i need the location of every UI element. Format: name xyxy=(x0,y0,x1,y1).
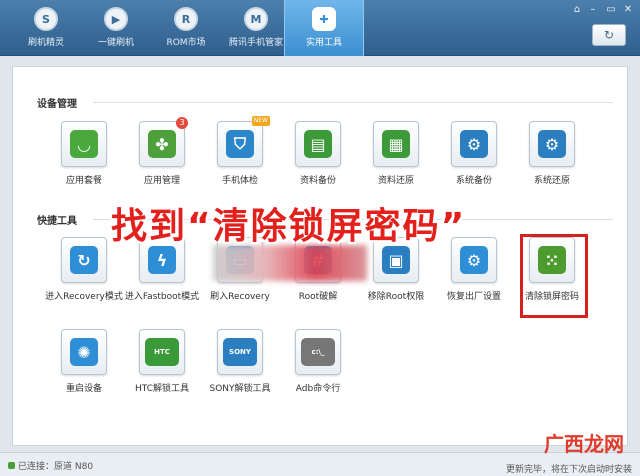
tab-utilities[interactable]: ✚ 实用工具 xyxy=(284,0,364,56)
new-badge: NEW xyxy=(251,116,270,126)
tool-label: HTC解锁工具 xyxy=(134,384,190,394)
document-restore-icon: ▦ xyxy=(382,130,410,158)
system-backup-icon: ⚙ xyxy=(460,130,488,158)
grid-icon: ✚ xyxy=(312,7,336,31)
refresh-icon: ↻ xyxy=(603,28,615,42)
connection-icon xyxy=(8,462,15,469)
document-copy-icon: ▤ xyxy=(304,130,332,158)
tool-tile[interactable]: ⚙ xyxy=(451,121,497,167)
tool-label: Adb命令行 xyxy=(295,384,341,394)
gears-icon: ⚙ xyxy=(460,246,488,274)
rom-icon: R xyxy=(174,7,198,31)
tool-label: 手机体检 xyxy=(221,176,258,186)
tool-label: 移除Root权限 xyxy=(367,292,425,302)
tool-label: 系统备份 xyxy=(455,176,492,186)
tool-document-copy[interactable]: ▤ 资料备份 xyxy=(277,121,359,193)
tab-label: 腾讯手机管家 xyxy=(228,38,283,48)
section-title-device: 设备管理 xyxy=(37,99,77,110)
minimize-icon[interactable]: – xyxy=(586,4,600,16)
android-icon: ▣ xyxy=(382,246,410,274)
lightning-icon: ϟ xyxy=(148,246,176,274)
tool-terminal[interactable]: c:\_ Adb命令行 xyxy=(277,329,359,401)
tool-label: 系统还原 xyxy=(533,176,570,186)
utilities-panel: 设备管理 ◡ 应用套餐 ✤ 3 应用管理 ⛉ NEW 手机体检 ▤ 资料备份 ▦ 资料还原 ⚙ 系统备份 ⚙… xyxy=(12,66,628,446)
connection-label: 已连接：原道 N80 xyxy=(18,462,94,472)
tool-system-restore[interactable]: ⚙ 系统还原 xyxy=(511,121,593,193)
connection-status: 已连接：原道 N80 xyxy=(8,459,93,472)
section-divider xyxy=(93,102,613,103)
tool-puzzle[interactable]: ✤ 3 应用管理 xyxy=(121,117,203,193)
tool-htc-unlock[interactable]: HTC HTC解锁工具 xyxy=(121,329,203,401)
shopping-bag-icon: ◡ xyxy=(70,130,98,158)
top-toolbar: S 刷机精灵 ▶ 一键刷机 R ROM市场 M 腾讯手机管家 ✚ 实用工具 ⌂ … xyxy=(0,0,640,56)
blurred-area xyxy=(213,245,367,281)
tool-system-backup[interactable]: ⚙ 系统备份 xyxy=(433,121,515,193)
recovery-refresh-icon: ↻ xyxy=(70,246,98,274)
tool-label: 刷入Recovery xyxy=(210,292,270,302)
tab-label: 刷机精灵 xyxy=(27,38,64,48)
tool-tile[interactable]: HTC xyxy=(139,329,185,375)
section-title-quick: 快捷工具 xyxy=(37,216,77,227)
tencent-shield-icon: M xyxy=(244,7,268,31)
tool-tile[interactable]: ▤ xyxy=(295,121,341,167)
watermark: 广西龙网 xyxy=(544,432,624,456)
instruction-overlay: 找到“清除锁屏密码” xyxy=(111,206,467,247)
tool-tile[interactable]: ▦ xyxy=(373,121,419,167)
htc-unlock-icon: HTC xyxy=(145,338,179,366)
tool-label: 应用套餐 xyxy=(65,176,102,186)
close-icon[interactable]: ✕ xyxy=(621,4,635,16)
tool-tile[interactable]: ✺ xyxy=(61,329,107,375)
maximize-icon[interactable]: ▭ xyxy=(604,4,618,16)
flash-wizard-icon: S xyxy=(34,7,58,31)
tool-tile[interactable]: ✤ 3 xyxy=(139,117,188,167)
highlight-box xyxy=(520,234,588,318)
tab-label: 实用工具 xyxy=(305,38,342,48)
update-status: 广西龙网 更新完毕，将在下次启动时安装 xyxy=(505,434,632,475)
count-badge: 3 xyxy=(176,117,188,129)
tool-shield[interactable]: ⛉ NEW 手机体检 xyxy=(199,116,281,193)
tab-one-click-flash[interactable]: ▶ 一键刷机 xyxy=(76,0,156,56)
shield-icon: ⛉ xyxy=(226,130,254,158)
update-note: 更新完毕，将在下次启动时安装 xyxy=(505,465,632,475)
tool-label: 资料还原 xyxy=(377,176,414,186)
reboot-spinner-icon: ✺ xyxy=(70,338,98,366)
tool-sony-unlock[interactable]: SONY SONY解锁工具 xyxy=(199,329,281,401)
tab-flash-wizard[interactable]: S 刷机精灵 xyxy=(6,0,86,56)
tool-tile[interactable]: c:\_ xyxy=(295,329,341,375)
tool-label: 恢复出厂设置 xyxy=(446,292,501,302)
tool-document-restore[interactable]: ▦ 资料还原 xyxy=(355,121,437,193)
tool-tile[interactable]: ◡ xyxy=(61,121,107,167)
play-icon: ▶ xyxy=(104,7,128,31)
refresh-button[interactable]: ↻ xyxy=(592,24,626,46)
tool-label: Root破解 xyxy=(298,292,338,302)
tool-tile[interactable]: ⚙ xyxy=(529,121,575,167)
tab-label: 一键刷机 xyxy=(97,38,134,48)
tab-rom-market[interactable]: R ROM市场 xyxy=(146,0,226,56)
status-bar: 已连接：原道 N80 广西龙网 更新完毕，将在下次启动时安装 xyxy=(0,434,640,476)
tool-label: 进入Recovery模式 xyxy=(45,292,123,302)
tool-reboot-spinner[interactable]: ✺ 重启设备 xyxy=(43,329,125,401)
tool-shopping-bag[interactable]: ◡ 应用套餐 xyxy=(43,121,125,193)
tool-label: 应用管理 xyxy=(143,176,180,186)
tab-label: ROM市场 xyxy=(166,38,206,48)
puzzle-icon: ✤ xyxy=(148,130,176,158)
terminal-icon: c:\_ xyxy=(301,338,335,366)
tool-label: 进入Fastboot模式 xyxy=(124,292,200,302)
tool-tile[interactable]: ⛉ NEW xyxy=(217,116,270,167)
tool-label: SONY解锁工具 xyxy=(209,384,271,394)
home-icon[interactable]: ⌂ xyxy=(570,4,584,16)
tool-label: 资料备份 xyxy=(299,176,336,186)
tool-tile[interactable]: ↻ xyxy=(61,237,107,283)
sony-unlock-icon: SONY xyxy=(223,338,257,366)
tool-tile[interactable]: SONY xyxy=(217,329,263,375)
tool-label: 重启设备 xyxy=(65,384,102,394)
system-restore-icon: ⚙ xyxy=(538,130,566,158)
